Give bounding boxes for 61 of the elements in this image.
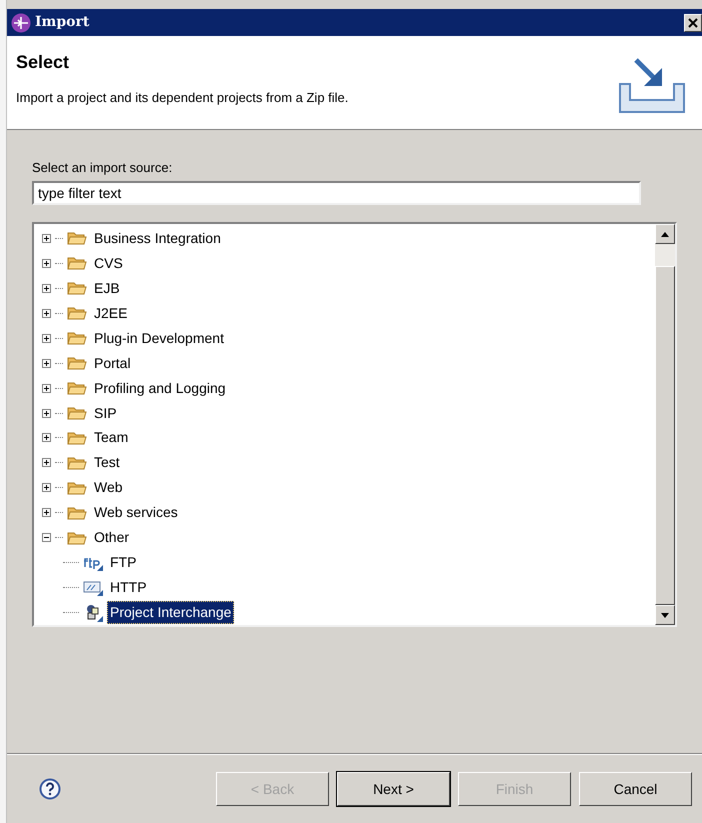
- source-label: Select an import source:: [32, 159, 174, 176]
- expand-toggle[interactable]: [42, 483, 51, 492]
- dialog-button[interactable]: Next >: [337, 772, 450, 806]
- tree-item[interactable]: J2EE: [91, 302, 130, 325]
- tree-item[interactable]: EJB: [91, 276, 123, 300]
- expand-toggle[interactable]: [42, 234, 51, 243]
- folder-icon: [67, 355, 87, 372]
- folder-icon: [67, 480, 87, 496]
- folder-icon: [67, 430, 87, 446]
- expand-toggle[interactable]: [42, 308, 51, 318]
- expand-toggle[interactable]: [42, 408, 51, 418]
- dialog-button[interactable]: Cancel: [579, 772, 692, 806]
- tree-item[interactable]: Other: [91, 526, 132, 550]
- expand-toggle[interactable]: [42, 284, 51, 293]
- tree-item[interactable]: CVS: [91, 252, 126, 275]
- close-button[interactable]: [684, 14, 702, 32]
- folder-icon: [67, 530, 87, 546]
- folder-icon: [67, 504, 87, 521]
- help-icon[interactable]: [39, 778, 61, 800]
- tree-item[interactable]: Business Integration: [91, 226, 224, 250]
- tree-item[interactable]: Profiling and Logging: [91, 376, 229, 400]
- tree-item[interactable]: Plug-in Development: [91, 326, 227, 350]
- app-icon: [11, 12, 31, 32]
- tree-item[interactable]: Web: [91, 476, 126, 500]
- window-title: Import: [35, 13, 90, 32]
- folder-icon: [67, 230, 87, 246]
- http-icon: [83, 580, 103, 596]
- page-description: Import a project and its dependent projects from a Zip file.: [16, 89, 350, 107]
- filter-field[interactable]: type filter text: [32, 181, 641, 205]
- expand-toggle[interactable]: [42, 334, 51, 343]
- scroll-down-button[interactable]: [655, 605, 675, 625]
- tree-item[interactable]: Team: [91, 426, 132, 450]
- down-arrow-icon: [661, 612, 669, 618]
- scroll-thumb[interactable]: [655, 266, 675, 605]
- scrollbar[interactable]: [655, 224, 675, 625]
- expand-toggle[interactable]: [42, 258, 51, 268]
- tree-item[interactable]: Project Interchange: [107, 601, 234, 624]
- tree-item[interactable]: SIP: [91, 402, 120, 425]
- tree-item[interactable]: FTP: [107, 551, 140, 574]
- expand-toggle[interactable]: [42, 358, 51, 368]
- import-icon: [616, 58, 688, 114]
- expand-toggle[interactable]: [42, 508, 51, 518]
- up-arrow-icon: [661, 232, 669, 236]
- tree-item[interactable]: HTTP: [107, 576, 150, 600]
- expand-toggle[interactable]: [42, 433, 51, 442]
- folder-icon: [67, 280, 87, 296]
- tree-item[interactable]: Test: [91, 451, 123, 474]
- close-icon: [688, 18, 698, 28]
- tree-item[interactable]: Web services: [91, 501, 181, 524]
- folder-icon: [67, 305, 87, 322]
- folder-icon: [67, 330, 87, 346]
- folder-icon: [67, 380, 87, 396]
- folder-icon: [67, 405, 87, 422]
- expand-toggle[interactable]: [42, 458, 51, 468]
- collapse-toggle[interactable]: [42, 533, 51, 542]
- scroll-up-button[interactable]: [655, 224, 675, 244]
- folder-icon: [67, 255, 87, 272]
- page-title: Select: [16, 51, 70, 74]
- folder-icon: [67, 454, 87, 471]
- expand-toggle[interactable]: [42, 384, 51, 393]
- tree-item[interactable]: Portal: [91, 352, 134, 375]
